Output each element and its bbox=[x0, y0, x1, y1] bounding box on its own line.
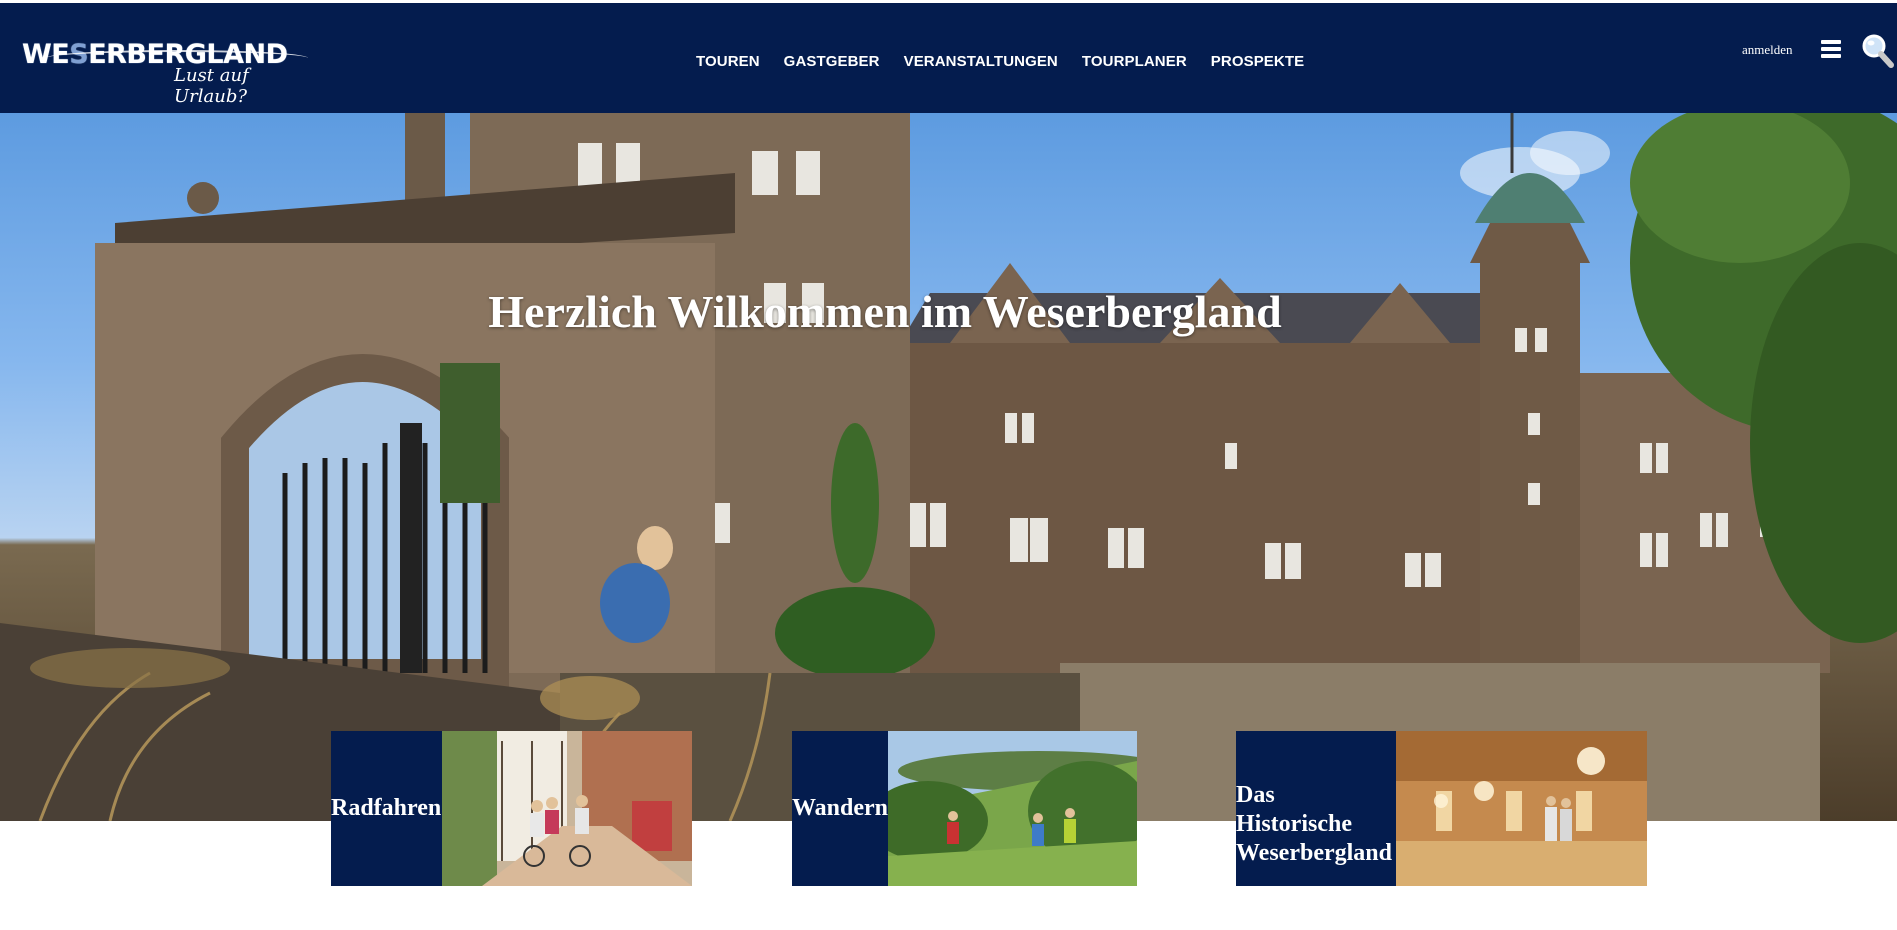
tile-wandern-label: Wandern bbox=[792, 731, 888, 886]
logo-swoosh bbox=[46, 50, 308, 66]
login-link[interactable]: anmelden bbox=[1742, 42, 1793, 58]
tile-historische-label: Das Historische Weserbergland bbox=[1236, 731, 1396, 886]
tile-historische-label-line-2: Weserbergland bbox=[1236, 840, 1392, 866]
hamburger-menu-icon[interactable] bbox=[1821, 40, 1841, 60]
tile-historische-image bbox=[1396, 731, 1647, 886]
site-header: WESERBERGLAND Lust auf Urlaub? TOUREN GA… bbox=[0, 0, 1897, 113]
main-nav: TOUREN GASTGEBER VERANSTALTUNGEN TOURPLA… bbox=[696, 53, 1328, 70]
tile-radfahren[interactable]: Radfahren bbox=[331, 731, 692, 886]
tile-radfahren-image bbox=[442, 731, 692, 886]
search-icon[interactable] bbox=[1861, 33, 1895, 69]
nav-item-touren[interactable]: TOUREN bbox=[696, 53, 760, 70]
nav-item-gastgeber[interactable]: GASTGEBER bbox=[784, 53, 880, 70]
tile-wandern-image bbox=[888, 731, 1137, 886]
nav-item-tourplaner[interactable]: TOURPLANER bbox=[1082, 53, 1187, 70]
tile-radfahren-label: Radfahren bbox=[331, 731, 442, 886]
hero-title: Herzlich Wilkommen im Weserbergland bbox=[488, 286, 1282, 337]
tile-wandern[interactable]: Wandern bbox=[792, 731, 1137, 886]
hero-banner: Herzlich Wilkommen im Weserbergland bbox=[0, 113, 1897, 821]
weserbergland-logo[interactable]: WESERBERGLAND Lust auf Urlaub? bbox=[22, 39, 312, 107]
castle-photo bbox=[0, 113, 1897, 821]
tile-historische-label-line-1: Das Historische bbox=[1236, 782, 1352, 837]
nav-item-prospekte[interactable]: PROSPEKTE bbox=[1211, 53, 1304, 70]
tile-historische-weserbergland[interactable]: Das Historische Weserbergland bbox=[1236, 731, 1647, 886]
logo-tagline: Lust auf Urlaub? bbox=[174, 65, 249, 107]
nav-item-veranstaltungen[interactable]: VERANSTALTUNGEN bbox=[904, 53, 1058, 70]
